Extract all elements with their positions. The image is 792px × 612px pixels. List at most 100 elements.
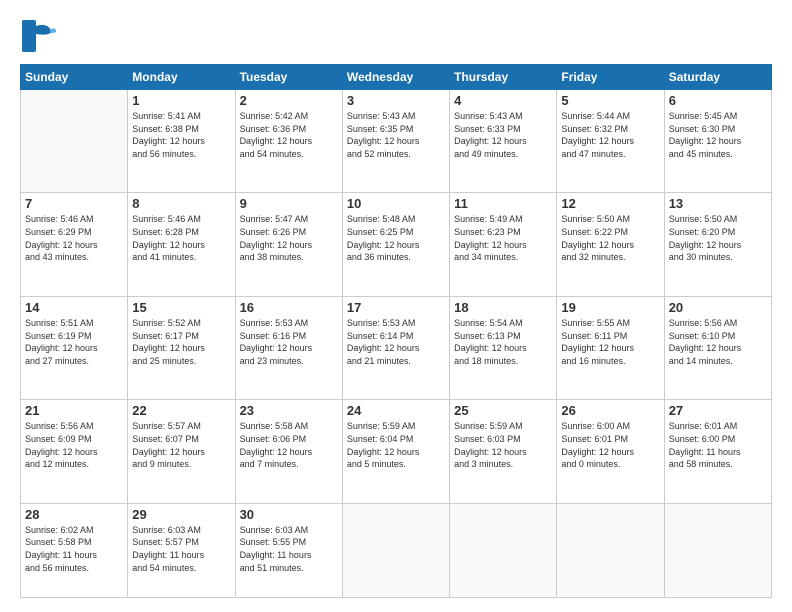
day-number: 5 <box>561 93 659 108</box>
weekday-header-sunday: Sunday <box>21 65 128 90</box>
calendar-cell: 24Sunrise: 5:59 AM Sunset: 6:04 PM Dayli… <box>342 400 449 503</box>
day-info: Sunrise: 6:01 AM Sunset: 6:00 PM Dayligh… <box>669 420 767 470</box>
day-info: Sunrise: 5:47 AM Sunset: 6:26 PM Dayligh… <box>240 213 338 263</box>
day-info: Sunrise: 5:48 AM Sunset: 6:25 PM Dayligh… <box>347 213 445 263</box>
day-number: 10 <box>347 196 445 211</box>
day-number: 11 <box>454 196 552 211</box>
calendar-cell: 5 Sunrise: 5:44 AM Sunset: 6:32 PM Daylig… <box>557 90 664 193</box>
day-number: 26 <box>561 403 659 418</box>
calendar-cell: 17 Sunrise: 5:53 AM Sunset: 6:14 PM Dayli… <box>342 296 449 399</box>
day-info: Sunrise: 5:41 AM Sunset: 6:38 PM Dayligh… <box>132 110 230 160</box>
day-number: 15 <box>132 300 230 315</box>
day-number: 27 <box>669 403 767 418</box>
day-info: Sunrise: 5:46 AM Sunset: 6:28 PM Dayligh… <box>132 213 230 263</box>
day-info: Sunrise: 5:56 AM Sunset: 6:10 PM Dayligh… <box>669 317 767 367</box>
calendar-cell: 19 Sunrise: 5:55 AM Sunset: 6:11 PM Dayli… <box>557 296 664 399</box>
day-number: 7 <box>25 196 123 211</box>
logo-icon <box>20 18 56 54</box>
day-number: 16 <box>240 300 338 315</box>
day-number: 18 <box>454 300 552 315</box>
day-info: Sunrise: 5:44 AM Sunset: 6:32 PM Dayligh… <box>561 110 659 160</box>
day-info: Sunrise: 6:03 AM Sunset: 5:55 PM Dayligh… <box>240 524 338 574</box>
day-info: Sunrise: 5:54 AM Sunset: 6:13 PM Dayligh… <box>454 317 552 367</box>
day-info: Sunrise: 5:43 AM Sunset: 6:33 PM Dayligh… <box>454 110 552 160</box>
day-number: 25 <box>454 403 552 418</box>
day-info: Sunrise: 5:46 AM Sunset: 6:29 PM Dayligh… <box>25 213 123 263</box>
calendar-cell: 30 Sunrise: 6:03 AM Sunset: 5:55 PM Dayli… <box>235 503 342 597</box>
calendar-cell: 23 Sunrise: 5:58 AM Sunset: 6:06 PM Dayli… <box>235 400 342 503</box>
calendar-table: SundayMondayTuesdayWednesdayThursdayFrid… <box>20 64 772 598</box>
day-number: 2 <box>240 93 338 108</box>
week-row-1: 1 Sunrise: 5:41 AM Sunset: 6:38 PM Daylig… <box>21 90 772 193</box>
calendar-cell: 7 Sunrise: 5:46 AM Sunset: 6:29 PM Daylig… <box>21 193 128 296</box>
calendar-cell: 3 Sunrise: 5:43 AM Sunset: 6:35 PM Daylig… <box>342 90 449 193</box>
weekday-header-wednesday: Wednesday <box>342 65 449 90</box>
weekday-header-monday: Monday <box>128 65 235 90</box>
day-number: 8 <box>132 196 230 211</box>
day-info: Sunrise: 5:52 AM Sunset: 6:17 PM Dayligh… <box>132 317 230 367</box>
day-number: 21 <box>25 403 123 418</box>
weekday-header-thursday: Thursday <box>450 65 557 90</box>
calendar-cell <box>664 503 771 597</box>
day-number: 19 <box>561 300 659 315</box>
calendar-cell: 28 Sunrise: 6:02 AM Sunset: 5:58 PM Dayli… <box>21 503 128 597</box>
day-info: Sunrise: 5:57 AM Sunset: 6:07 PM Dayligh… <box>132 420 230 470</box>
calendar-cell: 15 Sunrise: 5:52 AM Sunset: 6:17 PM Dayli… <box>128 296 235 399</box>
day-number: 4 <box>454 93 552 108</box>
day-info: Sunrise: 5:50 AM Sunset: 6:20 PM Dayligh… <box>669 213 767 263</box>
calendar-cell: 13 Sunrise: 5:50 AM Sunset: 6:20 PM Dayli… <box>664 193 771 296</box>
calendar-cell: 1 Sunrise: 5:41 AM Sunset: 6:38 PM Daylig… <box>128 90 235 193</box>
calendar-cell <box>450 503 557 597</box>
day-info: Sunrise: 5:45 AM Sunset: 6:30 PM Dayligh… <box>669 110 767 160</box>
day-info: Sunrise: 6:03 AM Sunset: 5:57 PM Dayligh… <box>132 524 230 574</box>
day-number: 17 <box>347 300 445 315</box>
weekday-header-friday: Friday <box>557 65 664 90</box>
day-number: 12 <box>561 196 659 211</box>
day-info: Sunrise: 5:50 AM Sunset: 6:22 PM Dayligh… <box>561 213 659 263</box>
calendar-cell: 25 Sunrise: 5:59 AM Sunset: 6:03 PM Dayli… <box>450 400 557 503</box>
day-number: 22 <box>132 403 230 418</box>
day-info: Sunrise: 5:53 AM Sunset: 6:14 PM Dayligh… <box>347 317 445 367</box>
day-number: 1 <box>132 93 230 108</box>
day-info: Sunrise: 5:58 AM Sunset: 6:06 PM Dayligh… <box>240 420 338 470</box>
day-info: Sunrise: 5:59 AM Sunset: 6:03 PM Dayligh… <box>454 420 552 470</box>
weekday-header-row: SundayMondayTuesdayWednesdayThursdayFrid… <box>21 65 772 90</box>
calendar-cell: 6 Sunrise: 5:45 AM Sunset: 6:30 PM Daylig… <box>664 90 771 193</box>
header <box>20 18 772 54</box>
calendar-cell <box>21 90 128 193</box>
day-number: 20 <box>669 300 767 315</box>
day-info: Sunrise: 5:51 AM Sunset: 6:19 PM Dayligh… <box>25 317 123 367</box>
day-info: Sunrise: 5:43 AM Sunset: 6:35 PM Dayligh… <box>347 110 445 160</box>
calendar-cell: 14 Sunrise: 5:51 AM Sunset: 6:19 PM Dayli… <box>21 296 128 399</box>
calendar-cell: 29Sunrise: 6:03 AM Sunset: 5:57 PM Dayli… <box>128 503 235 597</box>
calendar-cell: 18 Sunrise: 5:54 AM Sunset: 6:13 PM Dayli… <box>450 296 557 399</box>
calendar-cell: 4 Sunrise: 5:43 AM Sunset: 6:33 PM Daylig… <box>450 90 557 193</box>
calendar-cell: 8 Sunrise: 5:46 AM Sunset: 6:28 PM Daylig… <box>128 193 235 296</box>
week-row-3: 14 Sunrise: 5:51 AM Sunset: 6:19 PM Dayli… <box>21 296 772 399</box>
week-row-2: 7 Sunrise: 5:46 AM Sunset: 6:29 PM Daylig… <box>21 193 772 296</box>
day-number: 14 <box>25 300 123 315</box>
logo <box>20 18 60 54</box>
calendar-cell: 21 Sunrise: 5:56 AM Sunset: 6:09 PM Dayli… <box>21 400 128 503</box>
calendar-cell <box>557 503 664 597</box>
calendar-cell <box>342 503 449 597</box>
day-info: Sunrise: 5:56 AM Sunset: 6:09 PM Dayligh… <box>25 420 123 470</box>
calendar-cell: 2 Sunrise: 5:42 AM Sunset: 6:36 PM Daylig… <box>235 90 342 193</box>
page: SundayMondayTuesdayWednesdayThursdayFrid… <box>0 0 792 612</box>
day-info: Sunrise: 5:42 AM Sunset: 6:36 PM Dayligh… <box>240 110 338 160</box>
day-number: 30 <box>240 507 338 522</box>
day-info: Sunrise: 6:02 AM Sunset: 5:58 PM Dayligh… <box>25 524 123 574</box>
calendar-cell: 10 Sunrise: 5:48 AM Sunset: 6:25 PM Dayli… <box>342 193 449 296</box>
day-number: 9 <box>240 196 338 211</box>
day-number: 6 <box>669 93 767 108</box>
calendar-cell: 12 Sunrise: 5:50 AM Sunset: 6:22 PM Dayli… <box>557 193 664 296</box>
day-info: Sunrise: 5:53 AM Sunset: 6:16 PM Dayligh… <box>240 317 338 367</box>
week-row-4: 21 Sunrise: 5:56 AM Sunset: 6:09 PM Dayli… <box>21 400 772 503</box>
day-number: 23 <box>240 403 338 418</box>
calendar-cell: 22 Sunrise: 5:57 AM Sunset: 6:07 PM Dayli… <box>128 400 235 503</box>
day-number: 28 <box>25 507 123 522</box>
day-number: 3 <box>347 93 445 108</box>
calendar-cell: 26Sunrise: 6:00 AM Sunset: 6:01 PM Dayli… <box>557 400 664 503</box>
day-number: 13 <box>669 196 767 211</box>
day-info: Sunrise: 5:55 AM Sunset: 6:11 PM Dayligh… <box>561 317 659 367</box>
